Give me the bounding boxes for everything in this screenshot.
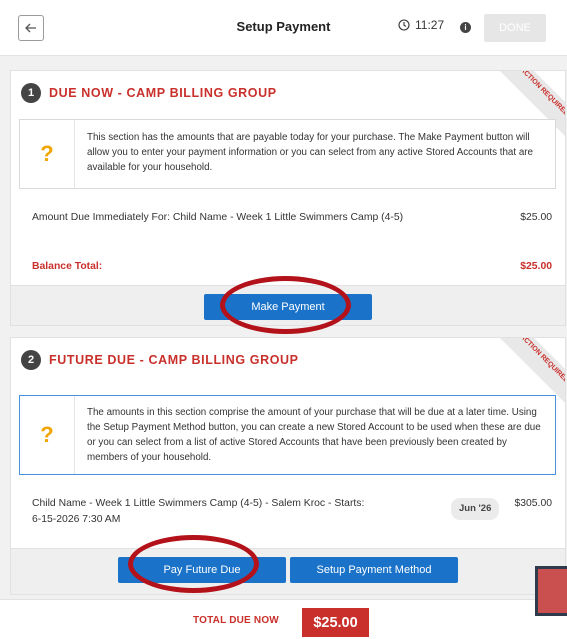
section-title: DUE NOW - CAMP BILLING GROUP bbox=[49, 86, 277, 100]
info-icon[interactable]: i bbox=[460, 22, 471, 33]
floating-action-square[interactable] bbox=[535, 566, 567, 616]
section-title: FUTURE DUE - CAMP BILLING GROUP bbox=[49, 353, 299, 367]
balance-amount: $25.00 bbox=[520, 261, 552, 272]
section-footer: Pay Future Due Setup Payment Method bbox=[11, 548, 565, 594]
session-timer: 11:27 bbox=[398, 18, 444, 32]
highlight-oval bbox=[128, 535, 259, 593]
question-icon: ? bbox=[20, 120, 75, 188]
total-due-amount: $25.00 bbox=[302, 608, 369, 637]
info-box: ? The amounts in this section comprise t… bbox=[19, 395, 556, 475]
info-box: ? This section has the amounts that are … bbox=[19, 119, 556, 189]
timer-text: 11:27 bbox=[415, 18, 445, 32]
balance-label: Balance Total: bbox=[32, 261, 103, 272]
line-item: Amount Due Immediately For: Child Name -… bbox=[32, 210, 552, 244]
balance-total: Balance Total: $25.00 bbox=[32, 261, 552, 272]
info-text: The amounts in this section comprise the… bbox=[87, 407, 541, 463]
future-due-section: ACTION REQUIRED 2 FUTURE DUE - CAMP BILL… bbox=[10, 337, 566, 595]
line-item: Child Name - Week 1 Little Swimmers Camp… bbox=[32, 496, 552, 530]
question-icon: ? bbox=[20, 396, 75, 474]
step-number: 1 bbox=[21, 83, 41, 103]
step-number: 2 bbox=[21, 350, 41, 370]
date-badge: Jun '26 bbox=[451, 498, 500, 520]
line-item-amount: $25.00 bbox=[520, 212, 552, 223]
total-bar: TOTAL DUE NOW $25.00 bbox=[0, 599, 567, 639]
line-item-amount: $305.00 bbox=[514, 498, 552, 509]
section-header: 1 DUE NOW - CAMP BILLING GROUP bbox=[21, 83, 277, 103]
setup-payment-method-button[interactable]: Setup Payment Method bbox=[290, 557, 458, 583]
line-item-description: Amount Due Immediately For: Child Name -… bbox=[32, 212, 404, 223]
page-title: Setup Payment bbox=[236, 19, 331, 34]
info-text: This section has the amounts that are pa… bbox=[87, 132, 533, 173]
total-due-label: TOTAL DUE NOW bbox=[193, 615, 279, 626]
section-header: 2 FUTURE DUE - CAMP BILLING GROUP bbox=[21, 350, 299, 370]
done-button[interactable]: DONE bbox=[484, 14, 546, 42]
line-item-description: Child Name - Week 1 Little Swimmers Camp… bbox=[32, 498, 365, 525]
clock-icon bbox=[398, 19, 410, 31]
app-header: Setup Payment 11:27 i DONE bbox=[0, 0, 567, 56]
highlight-oval bbox=[220, 276, 351, 334]
